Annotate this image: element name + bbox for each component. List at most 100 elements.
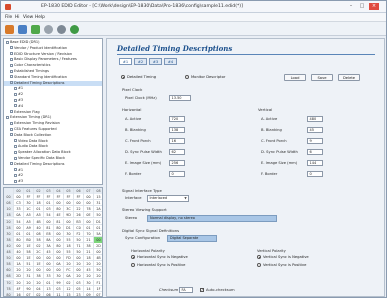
settings-icon[interactable] [57,25,66,34]
tree-item[interactable]: Vendor Specific Data Block [4,156,102,162]
tab-1[interactable]: #1 [119,58,132,65]
tree-item[interactable]: Data Block Collection [4,133,102,139]
vertical-field[interactable]: 480 [307,116,323,122]
tree-item[interactable]: Detailed Timing Descriptions [4,80,102,87]
tree-item[interactable]: Basic Display Parameters / Features [4,57,102,63]
menu-bar: File Hi View Help [1,13,386,22]
menu-file[interactable]: File [5,15,12,20]
horizontal-field[interactable]: 62 [169,149,185,155]
tab-3[interactable]: #3 [149,58,162,65]
vertical-field[interactable]: 9 [307,138,323,144]
hex-cell[interactable]: 07 [24,291,34,296]
open-icon[interactable] [18,25,27,34]
hex-cell[interactable]: 16 [14,291,24,296]
tree-item[interactable]: Base EDID (DR1) [4,40,102,46]
radio-dot [131,255,135,259]
tree-node-icon [14,98,17,102]
menu-help[interactable]: Help [35,15,45,20]
vertical-label: C. Front Porch [261,139,287,143]
pixel-clock-field[interactable]: 13.50 [169,95,191,101]
tree-item[interactable]: Extension Flag [4,110,102,116]
hex-cell[interactable]: 07 [94,292,102,296]
tree-item-label: Established Timings [14,69,49,73]
interface-select[interactable]: Interlaced ▼ [147,195,189,202]
tree-item[interactable]: #1 [4,168,102,174]
vertical-field[interactable]: 0 [307,171,323,177]
vertical-field[interactable]: 45 [307,127,323,133]
tree-item[interactable]: Extension Timing Revision [4,121,102,127]
stereo-value[interactable]: Normal display, no stereo [147,215,277,222]
tree-item-label: #3 [18,179,24,184]
tree-node-icon [10,121,13,125]
tree-item-label: #1 [18,167,24,172]
tree-item[interactable]: Standard Timing Identification [4,75,102,81]
vertical-label: E. Image Size (mm) [261,161,298,165]
save-button[interactable]: Save [311,74,333,81]
help-icon[interactable] [70,25,79,34]
hex-cell[interactable]: 11 [54,291,64,296]
interface-value: Interlaced [149,196,168,200]
auto-checksum-checkbox[interactable]: ✓ [200,288,204,292]
toolbar [1,22,386,36]
tree-item[interactable]: Color Characteristics [4,63,102,69]
hex-cell[interactable]: 02 [34,291,44,296]
tree-item[interactable]: Extension Timing (DR1) [4,115,102,121]
tree-item[interactable]: #3 [4,98,102,104]
tree-item[interactable]: Established Timings [4,69,102,75]
horizontal-field[interactable]: 16 [169,138,185,144]
window-title: EP-1830 EDID Editor - [C:\Work\design\EP… [41,4,243,9]
tree-item[interactable]: #4 [4,104,102,110]
app-icon [5,4,11,10]
hex-cell[interactable]: 09 [84,291,94,296]
tree-item[interactable]: EDID Structure Version / Revision [4,52,102,58]
tree-item-label: Video Data Block [18,138,48,143]
v-sync-negative-radio[interactable]: Vertical Sync is Negative [257,255,309,259]
close-button[interactable]: × [369,3,379,10]
delete-button[interactable]: Delete [338,74,360,81]
tree-item-label: Data Block Collection [14,132,52,137]
horizontal-field[interactable]: 138 [169,127,185,133]
hex-cell[interactable]: 15 [64,291,74,296]
tree-item[interactable]: Vendor / Product Identification [4,46,102,52]
sync-config-value[interactable]: Digital Separate [167,235,217,242]
tree-item[interactable]: #2 [4,92,102,98]
vertical-field[interactable]: 144 [307,160,323,166]
hex-cell[interactable]: 06 [44,291,54,296]
vertical-field[interactable]: 6 [307,149,323,155]
tree-item[interactable]: Detailed Timing Descriptions [4,162,102,168]
menu-hi[interactable]: Hi [15,15,19,20]
horizontal-field[interactable]: 256 [169,160,185,166]
tab-2[interactable]: #2 [134,58,147,65]
detailed-timing-radio[interactable]: Detailed Timing [121,75,156,79]
record-icon[interactable] [44,25,53,34]
hex-cell[interactable]: 23 [74,291,84,296]
horizontal-field[interactable]: 720 [169,116,185,122]
tree-node-icon [10,63,13,67]
tree-item[interactable]: #1 [4,86,102,92]
tree-item[interactable]: CEA Features Supported [4,127,102,133]
radio-label: Monitor Descriptor [191,75,226,79]
tree-item[interactable]: Audio Data Block [4,144,102,150]
v-sync-positive-radio[interactable]: Vertical Sync is Positive [257,263,306,267]
tree-item-label: #3 [18,98,24,102]
radio-label: Vertical Sync is Negative [263,255,309,259]
tree-item[interactable]: #2 [4,173,102,179]
h-sync-positive-radio[interactable]: Horizontal Sync is Positive [131,263,185,267]
tree-item[interactable]: #3 [4,179,102,184]
horizontal-field[interactable]: 0 [169,171,185,177]
tree-item-label: #2 [18,173,24,178]
save-icon[interactable] [31,25,40,34]
minimize-button[interactable]: – [346,3,356,10]
menu-view[interactable]: View [23,15,33,20]
tree-item-label: Extension Flag [14,109,40,114]
load-button[interactable]: Load [284,74,306,81]
tab-4[interactable]: #4 [164,58,177,65]
hex-header-cell: 80 [4,291,14,296]
monitor-descriptor-radio[interactable]: Monitor Descriptor [185,75,225,79]
tree-node-icon [14,168,17,172]
new-icon[interactable] [5,25,14,34]
h-sync-negative-radio[interactable]: Horizontal Sync is Negative [131,255,188,259]
maximize-button[interactable]: □ [357,3,367,10]
tree-item[interactable]: Video Data Block [4,139,102,145]
tree-item[interactable]: Speaker Allocation Data Block [4,150,102,156]
